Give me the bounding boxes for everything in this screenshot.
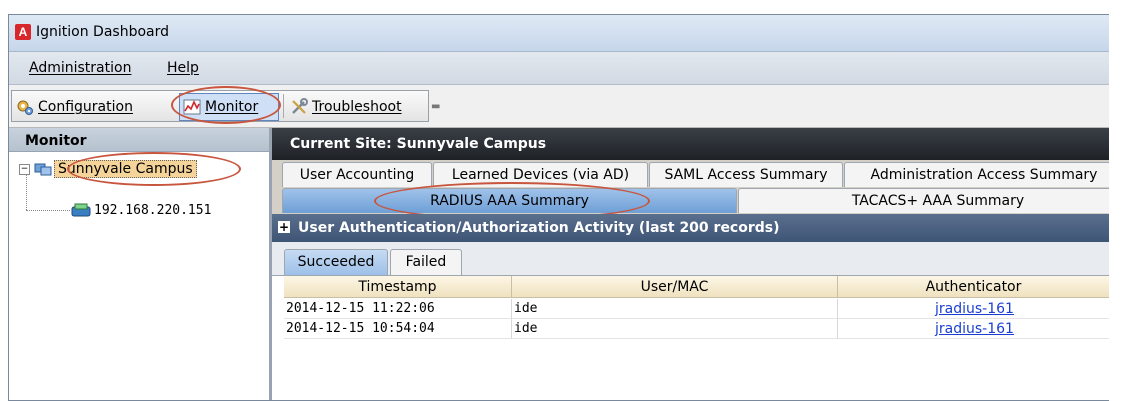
- section-header-bar: + User Authentication/Authorization Acti…: [272, 214, 1109, 242]
- table-cell-timestamp[interactable]: 2014-12-15 11:22:06: [284, 299, 512, 319]
- activity-table: Timestamp User/MAC Authenticator 2014-12…: [272, 275, 1109, 400]
- window-title: Ignition Dashboard: [36, 24, 169, 40]
- troubleshoot-button[interactable]: Troubleshoot: [290, 96, 402, 118]
- monitor-label: Monitor: [205, 99, 259, 115]
- tab-learned-devices[interactable]: Learned Devices (via AD): [433, 162, 648, 187]
- tab-tacacs-aaa-summary[interactable]: TACACS+ AAA Summary: [738, 188, 1109, 213]
- tools-icon: [292, 98, 308, 114]
- tab-radius-aaa-summary[interactable]: RADIUS AAA Summary: [282, 188, 737, 213]
- toolbar: Configuration Monitor Troubleshoot ▬: [9, 85, 1109, 128]
- configuration-button[interactable]: Configuration: [16, 96, 133, 118]
- title-bar: A Ignition Dashboard: [9, 15, 1109, 52]
- table-cell-timestamp[interactable]: 2014-12-15 10:54:04: [284, 319, 512, 339]
- app-logo-icon: A: [15, 24, 31, 40]
- table-cell-user[interactable]: ide: [512, 299, 838, 319]
- toolbar-button-group: Configuration Monitor Troubleshoot: [11, 90, 429, 122]
- tab-administration-access-summary[interactable]: Administration Access Summary: [844, 162, 1109, 187]
- monitor-chart-icon: [183, 99, 201, 115]
- navigation-tree-panel: Monitor − Sunnyvale Campus 192.168.220.1…: [9, 128, 272, 400]
- tree-node-site[interactable]: − Sunnyvale Campus: [19, 160, 197, 178]
- activity-area: Succeeded Failed Timestamp User/MAC Auth…: [272, 242, 1109, 400]
- authenticator-link[interactable]: jradius-161: [838, 319, 1109, 339]
- tab-user-accounting[interactable]: User Accounting: [282, 162, 432, 187]
- tab-saml-access-summary[interactable]: SAML Access Summary: [649, 162, 843, 187]
- column-header-user-mac[interactable]: User/MAC: [512, 276, 838, 298]
- table-cell-user[interactable]: ide: [512, 319, 838, 339]
- tree-node-device[interactable]: 192.168.220.151: [71, 202, 211, 218]
- gears-icon: [17, 100, 33, 115]
- toolbar-grip-icon[interactable]: ▬: [431, 101, 440, 112]
- current-site-name: Sunnyvale Campus: [396, 136, 547, 152]
- expand-icon[interactable]: +: [278, 221, 290, 233]
- tree-connector: [26, 210, 70, 211]
- menu-bar: Administration Help: [9, 52, 1109, 85]
- current-site-label: Current Site:: [290, 136, 392, 152]
- troubleshoot-label: Troubleshoot: [312, 99, 402, 115]
- collapse-icon[interactable]: −: [19, 163, 30, 175]
- column-header-timestamp[interactable]: Timestamp: [284, 276, 512, 298]
- monitor-button[interactable]: Monitor: [183, 96, 258, 118]
- toolbar-separator: [283, 94, 284, 118]
- site-network-icon: [34, 163, 52, 176]
- app-window: A Ignition Dashboard Administration Help…: [8, 14, 1109, 401]
- authenticator-link[interactable]: jradius-161: [838, 299, 1109, 319]
- column-header-authenticator[interactable]: Authenticator: [838, 276, 1109, 298]
- current-site-bar: Current Site: Sunnyvale Campus: [272, 128, 1109, 160]
- configuration-label: Configuration: [38, 99, 133, 115]
- menu-help[interactable]: Help: [167, 60, 199, 76]
- site-label: Sunnyvale Campus: [54, 160, 197, 178]
- main-content: Current Site: Sunnyvale Campus User Acco…: [272, 128, 1109, 400]
- device-server-icon: [71, 203, 91, 217]
- menu-administration[interactable]: Administration: [29, 60, 131, 76]
- device-label: 192.168.220.151: [94, 202, 212, 218]
- tab-succeeded[interactable]: Succeeded: [284, 249, 388, 275]
- tab-failed[interactable]: Failed: [390, 249, 462, 275]
- panel-header: Monitor: [9, 128, 269, 152]
- section-title: User Authentication/Authorization Activi…: [298, 220, 780, 236]
